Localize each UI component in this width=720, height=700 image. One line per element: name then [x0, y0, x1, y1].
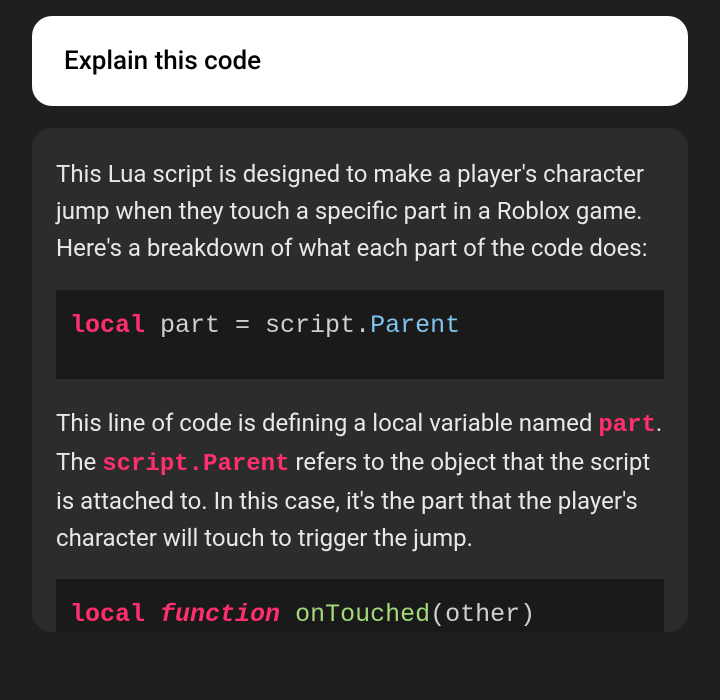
- assistant-message-bubble: This Lua script is designed to make a pl…: [32, 128, 688, 632]
- user-message-bubble: Explain this code: [32, 16, 688, 106]
- code-token-identifier: part: [145, 311, 235, 340]
- code-token-keyword: local: [70, 600, 145, 629]
- code-token-property: Parent: [370, 311, 460, 340]
- text-fragment: This line of code is defining a local va…: [56, 409, 598, 437]
- code-block-2: local function onTouched(other): [56, 579, 664, 632]
- user-message-text: Explain this code: [64, 46, 656, 76]
- code-token-function-name: onTouched: [295, 600, 430, 629]
- inline-code-highlight: script.Parent: [102, 451, 289, 478]
- code-token-paren: (: [430, 600, 445, 629]
- inline-code-highlight: part: [598, 412, 656, 439]
- code-token-keyword: function: [160, 600, 280, 629]
- code-token-operator: =: [235, 311, 265, 340]
- code-token-identifier: script: [265, 311, 355, 340]
- code-token-operator: .: [355, 311, 370, 340]
- assistant-intro-paragraph: This Lua script is designed to make a pl…: [56, 156, 664, 268]
- code-token-paren: ): [520, 600, 535, 629]
- code-token-space: [280, 600, 295, 629]
- code-token-argument: other: [445, 600, 520, 629]
- code-block-1: local part = script.Parent: [56, 290, 664, 379]
- code-token-keyword: local: [70, 311, 145, 340]
- code-token-space: [145, 600, 160, 629]
- assistant-paragraph-1: This line of code is defining a local va…: [56, 405, 664, 558]
